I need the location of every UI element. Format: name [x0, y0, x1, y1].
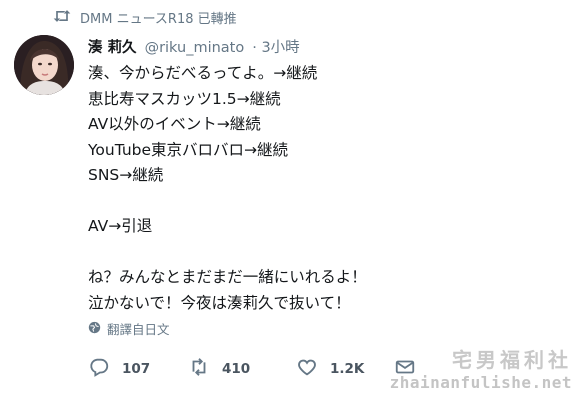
tweet-text-line — [88, 189, 548, 215]
translate-link[interactable]: 翻譯自日文 — [88, 319, 170, 338]
watermark-url: zhainanfulishe.net — [389, 373, 572, 392]
tweet-header: 湊 莉久 @riku_minato · 3小時 — [88, 36, 300, 57]
user-handle[interactable]: @riku_minato — [145, 40, 245, 56]
tweet-text: 湊、今からだべるってよ。→継続 恵比寿マスカッツ1.5→継続 AV以外のイベント… — [88, 61, 548, 316]
retweet-icon — [188, 356, 210, 382]
avatar[interactable] — [14, 35, 74, 95]
retweet-count: 410 — [222, 361, 251, 377]
tweet-text-line: AV以外のイベント→継続 — [88, 115, 261, 133]
tweet-text-line: 泣かないで！今夜は湊莉久で抜いて！ — [88, 293, 351, 312]
tweet-text-line — [88, 240, 548, 266]
watermark-title: 宅男福利社 — [452, 348, 572, 372]
tweet-text-line: 恵比寿マスカッツ1.5→継続 — [88, 89, 281, 108]
reply-button[interactable]: 107 — [88, 356, 150, 382]
tweet-text-line: AV→引退 — [88, 217, 153, 235]
reply-icon — [88, 356, 110, 382]
heart-icon — [296, 356, 318, 382]
globe-icon — [88, 321, 101, 337]
watermark: 宅男福利社 zhainanfulishe.net — [382, 344, 572, 396]
reply-count: 107 — [122, 361, 151, 377]
tweet-text-line: SNS→継続 — [88, 166, 164, 184]
like-count: 1.2K — [330, 361, 365, 377]
like-button[interactable]: 1.2K — [296, 356, 364, 382]
translate-label: 翻譯自日文 — [107, 322, 170, 337]
tweet-text-line: 湊、今からだべるってよ。→継続 — [88, 64, 318, 82]
tweet-text-line: ね？みんなとまだまだ一緒にいれるよ！ — [88, 268, 367, 286]
tweet-card[interactable]: DMM ニュースR18 已轉推 湊 莉久 @riku_minato · 3小時 … — [0, 0, 578, 400]
retweet-context: DMM ニュースR18 已轉推 — [52, 8, 237, 27]
display-name[interactable]: 湊 莉久 — [88, 36, 137, 57]
tweet-time[interactable]: · 3小時 — [252, 36, 299, 57]
retweet-icon — [52, 9, 72, 27]
tweet-text-line: YouTube東京バロバロ→継続 — [88, 140, 289, 159]
retweet-context-label[interactable]: DMM ニュースR18 已轉推 — [80, 8, 237, 27]
retweet-button[interactable]: 410 — [188, 356, 250, 382]
